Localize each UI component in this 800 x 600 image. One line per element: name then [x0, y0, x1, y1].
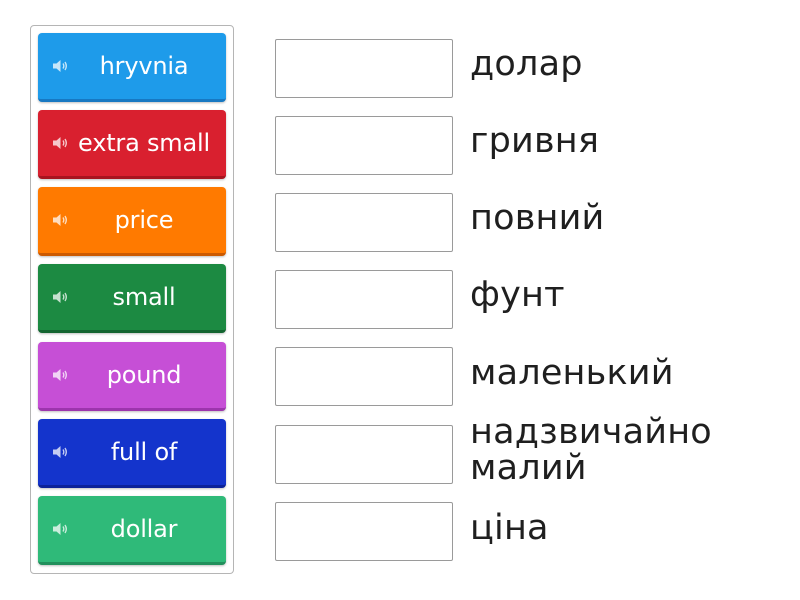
speaker-icon[interactable] [51, 288, 69, 306]
drop-slot[interactable] [275, 116, 453, 175]
answer-tile[interactable]: full of [38, 419, 226, 488]
speaker-icon[interactable] [51, 134, 69, 152]
tile-label: extra small [78, 129, 210, 157]
target-label: фунт [470, 275, 565, 315]
answer-tile[interactable]: small [38, 264, 226, 333]
answer-tile[interactable]: extra small [38, 110, 226, 179]
answer-tile[interactable]: hryvnia [38, 33, 226, 102]
answer-tile[interactable]: pound [38, 342, 226, 411]
target-label: гривня [470, 121, 600, 161]
drop-slot[interactable] [275, 502, 453, 561]
tile-label: hryvnia [99, 52, 189, 80]
drop-slot[interactable] [275, 347, 453, 406]
speaker-icon[interactable] [51, 520, 69, 538]
match-up-activity: hryvnia extra small price small pound fu… [0, 0, 800, 600]
drop-slot[interactable] [275, 193, 453, 252]
tile-label: full of [110, 438, 178, 466]
tile-label: small [112, 283, 176, 311]
tile-label: pound [106, 361, 182, 389]
answer-tile[interactable]: price [38, 187, 226, 256]
target-label: долар [470, 44, 583, 84]
drop-slot[interactable] [275, 39, 453, 98]
target-label: ціна [470, 508, 549, 548]
drop-slot[interactable] [275, 425, 453, 484]
speaker-icon[interactable] [51, 443, 69, 461]
tile-label: price [114, 206, 174, 234]
target-label: маленький [470, 353, 674, 393]
target-label: повний [470, 198, 605, 238]
drop-slot[interactable] [275, 270, 453, 329]
tile-label: dollar [110, 515, 178, 543]
answer-tile[interactable]: dollar [38, 496, 226, 565]
speaker-icon[interactable] [51, 366, 69, 384]
speaker-icon[interactable] [51, 211, 69, 229]
target-label: надзвичайно малий [470, 412, 712, 488]
speaker-icon[interactable] [51, 57, 69, 75]
